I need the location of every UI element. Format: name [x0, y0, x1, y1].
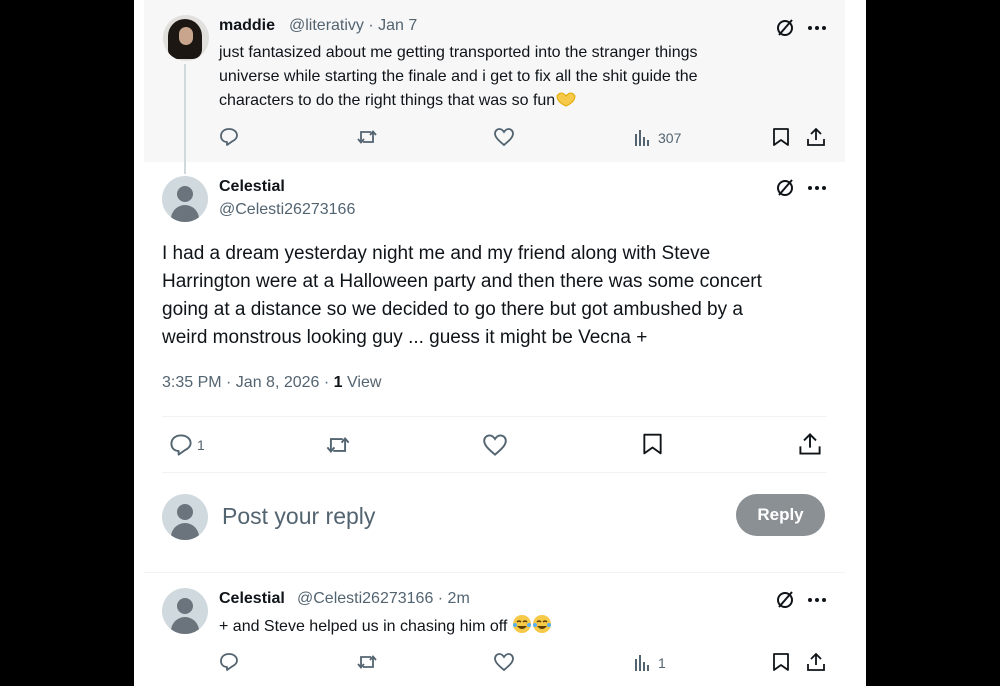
- view-label: View: [347, 374, 382, 391]
- divider: [162, 416, 827, 417]
- tweet-text-line: going at a distance so we decided to go …: [162, 299, 743, 320]
- view-count: 1: [333, 374, 343, 391]
- avatar[interactable]: [162, 588, 208, 634]
- share-icon[interactable]: [806, 127, 826, 147]
- avatar[interactable]: [163, 15, 209, 61]
- views-icon[interactable]: [633, 129, 651, 147]
- author-name[interactable]: Celestial: [219, 590, 285, 608]
- tweet-text-line: I had a dream yesterday night me and my …: [162, 243, 711, 264]
- heart-hands-emoji: [555, 90, 577, 116]
- more-options-icon[interactable]: [807, 178, 827, 198]
- avatar[interactable]: [162, 176, 208, 222]
- share-icon[interactable]: [798, 432, 822, 456]
- divider: [144, 572, 845, 573]
- like-icon[interactable]: [494, 653, 514, 671]
- more-options-icon[interactable]: [807, 18, 827, 38]
- tears-of-joy-emoji: [532, 614, 552, 642]
- reply-input[interactable]: Post your reply: [222, 503, 375, 530]
- reply-count[interactable]: 1: [197, 437, 205, 453]
- bookmark-icon[interactable]: [642, 432, 663, 456]
- like-icon[interactable]: [483, 434, 507, 456]
- not-interested-icon[interactable]: [775, 18, 795, 38]
- view-count[interactable]: 1: [658, 655, 666, 671]
- reply-icon[interactable]: [219, 127, 239, 147]
- tweet-text-line: Harrington were at a Halloween party and…: [162, 271, 762, 292]
- tweet-text-line: weird monstrous looking guy ... guess it…: [162, 327, 648, 348]
- repost-icon[interactable]: [325, 433, 351, 457]
- tweet-text-line: just fantasized about me getting transpo…: [219, 44, 698, 61]
- views-icon[interactable]: [633, 654, 651, 672]
- like-icon[interactable]: [494, 128, 514, 146]
- view-count[interactable]: 307: [658, 130, 681, 146]
- tweet-timestamp[interactable]: 3:35 PM · Jan 8, 2026 · 1 View: [162, 374, 381, 392]
- thread-connector-line: [184, 64, 186, 174]
- tweet-text-line: universe while starting the finale and i…: [219, 68, 698, 85]
- avatar: [162, 494, 208, 540]
- tweet-text: + and Steve helped us in chasing him off: [219, 614, 552, 642]
- author-handle[interactable]: @Celesti26273166: [219, 201, 355, 219]
- reply-icon[interactable]: [169, 433, 193, 457]
- repost-icon[interactable]: [356, 652, 378, 672]
- tears-of-joy-emoji: [512, 614, 532, 642]
- repost-icon[interactable]: [356, 127, 378, 147]
- divider: [162, 472, 827, 473]
- reply-icon[interactable]: [219, 652, 239, 672]
- not-interested-icon[interactable]: [775, 590, 795, 610]
- bookmark-icon[interactable]: [772, 127, 790, 147]
- author-name[interactable]: maddie: [219, 17, 275, 35]
- author-name[interactable]: Celestial: [219, 178, 285, 196]
- handle-timestamp[interactable]: @literativy · Jan 7: [289, 17, 417, 35]
- bookmark-icon[interactable]: [772, 652, 790, 672]
- tweet-text-line: characters to do the right things that w…: [219, 89, 577, 116]
- not-interested-icon[interactable]: [775, 178, 795, 198]
- handle-timestamp[interactable]: @Celesti26273166 · 2m: [297, 590, 470, 608]
- more-options-icon[interactable]: [807, 590, 827, 610]
- share-icon[interactable]: [806, 652, 826, 672]
- reply-button[interactable]: Reply: [736, 494, 825, 536]
